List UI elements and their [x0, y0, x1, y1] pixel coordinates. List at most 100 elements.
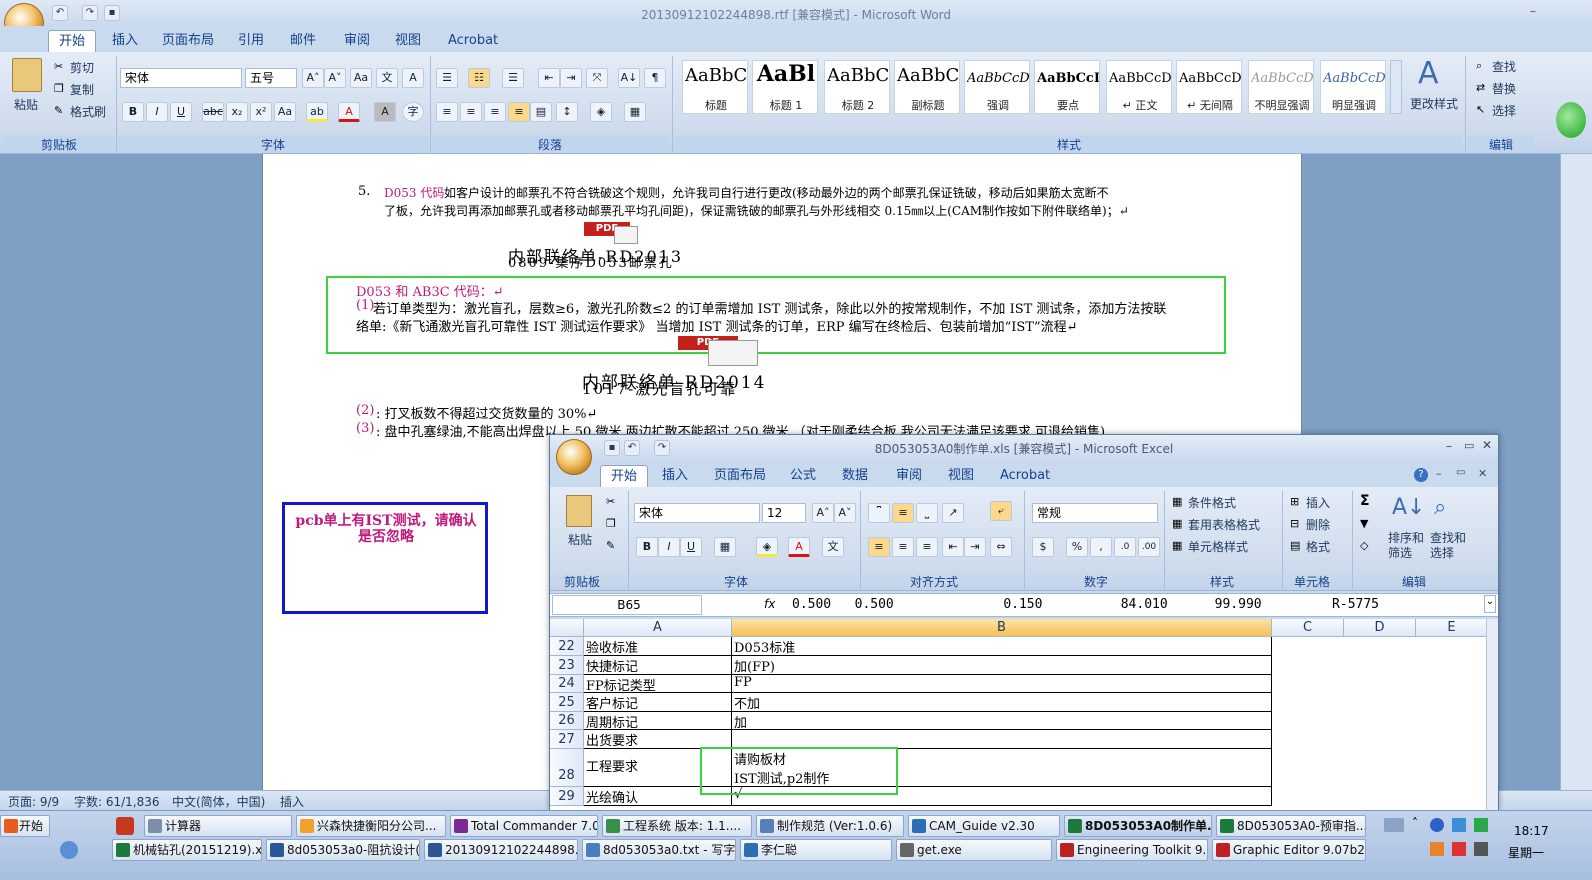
quicklaunch-app-icon[interactable]: [60, 841, 78, 859]
brush-icon[interactable]: ✎: [606, 539, 615, 552]
row-header[interactable]: 23: [550, 656, 584, 675]
style-intense-emphasis[interactable]: AaBbCcD 明显强调: [1320, 60, 1386, 114]
bullets-icon[interactable]: ☰: [436, 68, 458, 88]
volume-icon[interactable]: [1474, 842, 1488, 856]
cell-a[interactable]: FP标记类型: [584, 675, 732, 693]
align-left-icon[interactable]: ≡: [868, 537, 890, 557]
font-name-combo[interactable]: 宋体: [634, 503, 760, 523]
insert-cells-button[interactable]: 插入: [1306, 494, 1330, 511]
name-box[interactable]: B65: [552, 595, 702, 615]
clock-time[interactable]: 18:17: [1514, 824, 1549, 838]
bold-icon[interactable]: B: [636, 537, 658, 557]
start-button[interactable]: 开始: [0, 815, 50, 837]
cell-b[interactable]: 加(FP): [732, 656, 1272, 675]
numbering-icon[interactable]: ☷: [468, 68, 490, 88]
tab-insert[interactable]: 插入: [112, 30, 138, 52]
format-as-table-button[interactable]: 套用表格格式: [1188, 516, 1260, 533]
paste-icon[interactable]: [12, 58, 42, 92]
tab-review[interactable]: 审阅: [896, 465, 922, 487]
taskbar-item-word[interactable]: 20130912102244898.rtf...: [424, 839, 578, 861]
align-right-icon[interactable]: ≡: [916, 537, 938, 557]
taskbar-item-browser[interactable]: 兴森快捷衡阳分公司...: [296, 815, 446, 837]
cell-b[interactable]: FP: [732, 675, 1272, 693]
align-center-icon[interactable]: ≡: [460, 102, 482, 122]
column-header-b[interactable]: B: [732, 619, 1272, 637]
change-styles-icon[interactable]: A: [1418, 56, 1439, 91]
comma-icon[interactable]: ,: [1090, 537, 1112, 557]
taskbar-item-impedance[interactable]: 8d053053a0-阻抗设计(...: [266, 839, 420, 861]
cell-b[interactable]: 不加: [732, 693, 1272, 712]
font-color-icon[interactable]: A: [788, 537, 810, 557]
pdf-attachment-icon[interactable]: PDF: [678, 334, 762, 368]
minimize-icon[interactable]: –: [1530, 4, 1544, 18]
style-strong[interactable]: AaBbCcD 要点: [1034, 60, 1100, 114]
font-name-combo[interactable]: 宋体: [120, 68, 242, 88]
column-header-a[interactable]: A: [584, 619, 732, 637]
row-header[interactable]: 27: [550, 730, 584, 749]
status-insert-mode[interactable]: 插入: [280, 793, 304, 810]
row-header[interactable]: 25: [550, 693, 584, 712]
security-icon[interactable]: [1474, 818, 1488, 832]
taskbar-item-excel[interactable]: 8D053053A0制作单....: [1064, 815, 1212, 837]
select-button[interactable]: 选择: [1492, 102, 1516, 119]
taskbar-item-engineering-toolkit[interactable]: Engineering Toolkit 9.07...: [1056, 839, 1208, 861]
autosum-icon[interactable]: Σ: [1360, 493, 1370, 509]
subscript-icon[interactable]: x₂: [226, 102, 248, 122]
italic-icon[interactable]: I: [146, 102, 168, 122]
align-middle-icon[interactable]: ≡: [892, 503, 914, 523]
tab-references[interactable]: 引用: [238, 30, 264, 52]
worksheet-grid[interactable]: A B C D E 22 验收标准 D053标准 23 快捷标记 加(FP) 2…: [550, 619, 1486, 811]
scissors-icon[interactable]: ✂: [606, 495, 615, 508]
style-subtle-emphasis[interactable]: AaBbCcD 不明显强调: [1248, 60, 1314, 114]
shrink-font-icon[interactable]: A˅: [834, 503, 856, 523]
doc-restore-icon[interactable]: ▭: [1456, 467, 1465, 478]
style-heading-1[interactable]: AaBl 标题 1: [752, 60, 818, 114]
tab-data[interactable]: 数据: [842, 465, 868, 487]
taskbar-item-cam-guide[interactable]: CAM_Guide v2.30: [908, 815, 1060, 837]
sort-filter-button[interactable]: 排序和筛选: [1388, 531, 1428, 561]
taskbar-item-calculator[interactable]: 计算器: [144, 815, 292, 837]
undo-icon[interactable]: ↶: [52, 5, 68, 21]
borders-icon[interactable]: ▦: [624, 102, 646, 122]
font-size-combo[interactable]: 五号: [245, 68, 297, 88]
conditional-format-button[interactable]: 条件格式: [1188, 494, 1236, 511]
tab-page-layout[interactable]: 页面布局: [714, 465, 766, 487]
copy-button[interactable]: 复制: [70, 81, 94, 98]
format-cells-button[interactable]: 格式: [1306, 538, 1330, 555]
underline-icon[interactable]: U: [680, 537, 702, 557]
quicklaunch-app-icon[interactable]: [116, 817, 134, 835]
italic-icon[interactable]: I: [658, 537, 680, 557]
find-button[interactable]: 查找: [1492, 58, 1516, 75]
cut-button[interactable]: 剪切: [70, 59, 94, 76]
grow-font-icon[interactable]: A˄: [812, 503, 834, 523]
style-heading-2[interactable]: AaBbC 标题 2: [824, 60, 890, 114]
font-size-combo[interactable]: 12: [762, 503, 806, 523]
shading-icon[interactable]: ◈: [590, 102, 612, 122]
clear-format-icon[interactable]: Aa: [350, 68, 372, 88]
align-top-icon[interactable]: ⎴: [868, 503, 890, 523]
align-right-icon[interactable]: ≡: [484, 102, 506, 122]
tab-acrobat[interactable]: Acrobat: [448, 30, 498, 52]
clear-icon[interactable]: ◇: [1360, 539, 1368, 552]
tab-home[interactable]: 开始: [600, 465, 649, 487]
show-marks-icon[interactable]: ¶: [644, 68, 666, 88]
tray-app-icon[interactable]: [1430, 842, 1444, 856]
minimize-icon[interactable]: –: [1446, 439, 1452, 453]
taskbar-item-drilling[interactable]: 机械钻孔(20151219).xl...: [112, 839, 262, 861]
align-center-icon[interactable]: ≡: [892, 537, 914, 557]
delete-cells-button[interactable]: 删除: [1306, 516, 1330, 533]
font-color-icon[interactable]: A: [338, 102, 360, 122]
close-icon[interactable]: ✕: [1482, 438, 1492, 452]
phonetic-icon[interactable]: 文: [822, 537, 844, 557]
orientation-icon[interactable]: ↗: [942, 503, 964, 523]
phonetic-guide-icon[interactable]: 文: [376, 68, 398, 88]
percent-icon[interactable]: %: [1066, 537, 1088, 557]
highlight-icon[interactable]: ab: [306, 102, 328, 122]
taskbar-item-chat[interactable]: 李仁聪: [740, 839, 892, 861]
tab-review[interactable]: 审阅: [344, 30, 370, 52]
decrease-decimal-icon[interactable]: .00: [1138, 537, 1160, 557]
underline-icon[interactable]: U: [170, 102, 192, 122]
column-header-d[interactable]: D: [1344, 619, 1416, 637]
excel-vertical-scrollbar[interactable]: [1486, 619, 1498, 811]
save-icon[interactable]: ▪: [604, 440, 620, 456]
